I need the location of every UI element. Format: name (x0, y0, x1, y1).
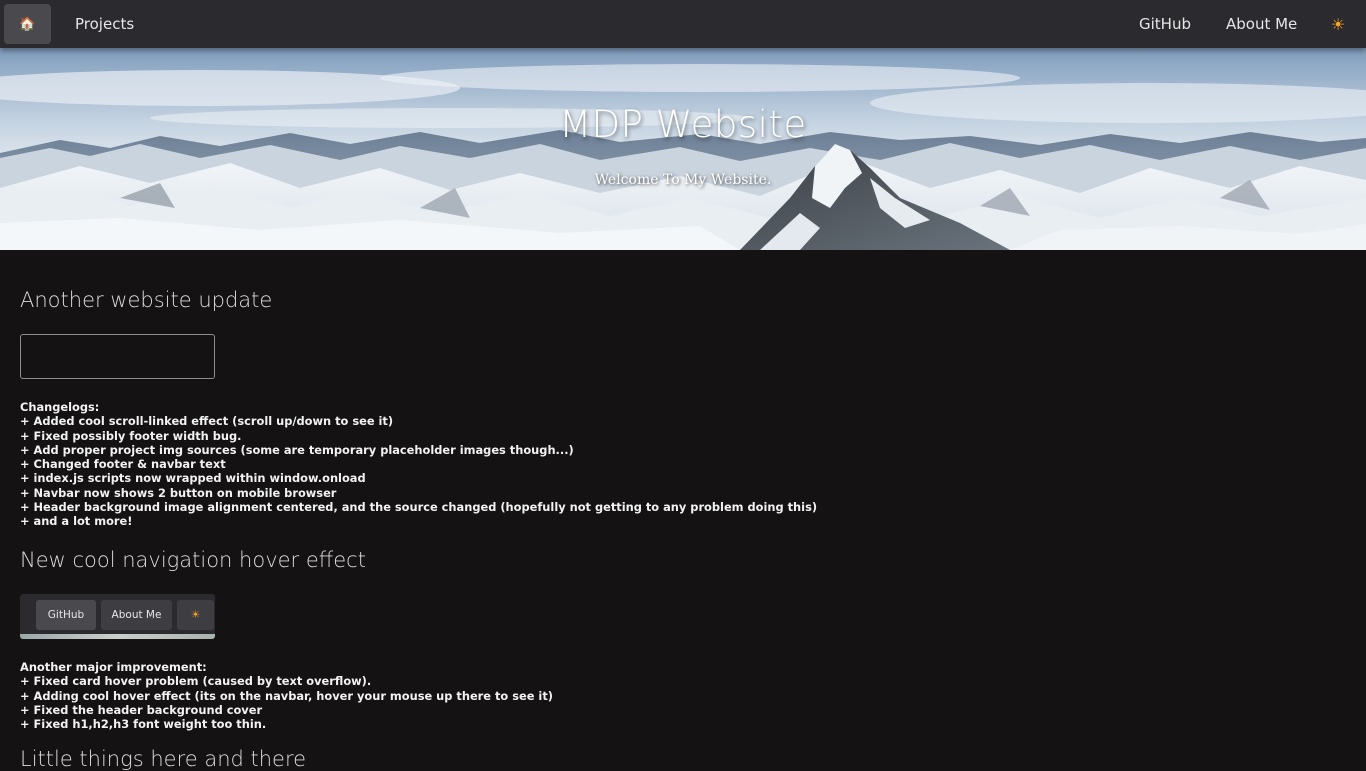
changelog-line: + Navbar now shows 2 button on mobile br… (20, 485, 337, 500)
preview-header-strip (20, 634, 215, 639)
changelog-line: + Add proper project img sources (some a… (20, 442, 574, 457)
post-title: Another website update (20, 288, 273, 312)
changelog-line: + index.js scripts now wrapped within wi… (20, 471, 366, 486)
mountain-background-image (0, 48, 1366, 250)
preview-github-button: GitHub (36, 600, 96, 630)
theme-toggle-button[interactable]: ☀ (1328, 14, 1348, 34)
home-icon: 🏠 (19, 16, 36, 32)
changelog-line: + Fixed possibly footer width bug. (20, 428, 242, 443)
post-image (20, 334, 215, 379)
changelog-line: + Fixed h1,h2,h3 font weight too thin. (20, 717, 267, 732)
preview-about-button: About Me (101, 600, 172, 630)
preview-sun-icon: ☀ (177, 600, 214, 630)
nav-projects-link[interactable]: Projects (75, 0, 134, 48)
changelog-line: + Changed footer & navbar text (20, 457, 226, 472)
site-title: MDP Website (559, 103, 807, 146)
changelog-line: + Fixed the header background cover (20, 702, 263, 717)
changelog-line: + Header background image alignment cent… (20, 500, 818, 515)
sun-icon: ☀ (1330, 14, 1346, 34)
changelog-line: + Added cool scroll-linked effect (scrol… (20, 414, 394, 429)
changelog-line: + and a lot more! (20, 514, 133, 529)
nav-about-link[interactable]: About Me (1226, 0, 1297, 48)
home-button[interactable]: 🏠 (4, 4, 51, 44)
changelog-line: + Adding cool hover effect (its on the n… (20, 688, 553, 703)
site-subtitle: Welcome To My Website. (594, 172, 772, 188)
changelog-line: Another major improvement: (20, 660, 207, 674)
changelog-line: Changelogs: (20, 400, 100, 414)
changelog-line: + Fixed card hover problem (caused by te… (20, 674, 372, 689)
changelog-list: Changelogs: + Added cool scroll-linked e… (20, 400, 817, 529)
post-title: New cool navigation hover effect (20, 548, 366, 572)
navbar: 🏠 Projects GitHub About Me ☀ (0, 0, 1366, 48)
navbar-preview-image: GitHub About Me ☀ (20, 594, 215, 639)
header-hero: MDP Website Welcome To My Website. (0, 48, 1366, 250)
post-title: Little things here and there (20, 747, 307, 771)
nav-github-link[interactable]: GitHub (1139, 0, 1191, 48)
changelog-list: Another major improvement: + Fixed card … (20, 660, 553, 731)
